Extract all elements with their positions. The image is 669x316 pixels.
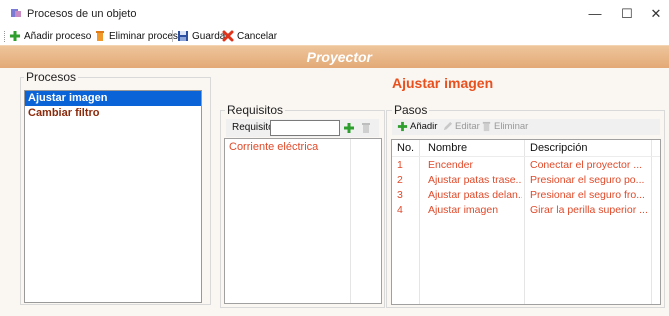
process-item[interactable]: Cambiar filtro <box>25 106 201 121</box>
minimize-button[interactable]: — <box>580 4 610 24</box>
delete-requisito-trash-icon[interactable] <box>360 122 372 134</box>
add-process-label: Añadir proceso <box>24 30 92 42</box>
requisitos-list[interactable]: Corriente eléctrica <box>224 138 382 304</box>
add-process-button[interactable]: Añadir proceso <box>9 29 91 43</box>
trash-icon <box>482 121 491 132</box>
cell-descripcion: Presionar el seguro fro... <box>530 189 645 201</box>
pasos-group-label: Pasos <box>392 103 430 117</box>
requisito-input[interactable] <box>270 120 340 136</box>
cell-nombre: Encender <box>428 159 473 171</box>
cell-no: 1 <box>397 159 403 171</box>
trash-icon <box>96 31 104 41</box>
edit-paso-label: Editar <box>455 121 480 132</box>
requisito-toolbar: Requisito: <box>226 119 379 137</box>
header-divider <box>392 156 660 157</box>
cell-descripcion: Girar la perilla superior ... <box>530 204 648 216</box>
column-header-descripcion[interactable]: Descripción <box>530 142 587 154</box>
column-divider <box>419 140 420 304</box>
window-title: Procesos de un objeto <box>27 8 137 20</box>
cell-nombre: Ajustar imagen <box>428 204 499 216</box>
column-divider <box>524 140 525 304</box>
object-name: Proyector <box>306 49 372 65</box>
delete-paso-button[interactable]: Eliminar <box>481 121 528 132</box>
delete-paso-label: Eliminar <box>494 121 529 132</box>
cell-nombre: Ajustar patas trase... <box>428 174 522 186</box>
window: Procesos de un objeto — ☐ ✕ Añadir proce… <box>0 0 669 316</box>
cancel-label: Cancelar <box>237 30 278 42</box>
cell-no: 4 <box>397 204 403 216</box>
red-x-icon <box>222 30 234 42</box>
column-header-no[interactable]: No. <box>397 142 414 154</box>
pencil-icon <box>443 121 453 131</box>
cell-descripcion: Conectar el proyector ... <box>530 159 643 171</box>
maximize-button[interactable]: ☐ <box>612 4 642 24</box>
toolbar-separator <box>172 30 173 42</box>
close-button[interactable]: ✕ <box>641 4 669 24</box>
procesos-list[interactable]: Ajustar imagen Cambiar filtro <box>24 90 202 303</box>
procesos-group-label: Procesos <box>24 70 79 84</box>
requisitos-group-label: Requisitos <box>225 103 286 117</box>
toolbar: Añadir proceso Eliminar proceso Guardar … <box>0 27 669 46</box>
add-paso-label: Añadir <box>410 121 438 132</box>
title-bar: Procesos de un objeto — ☐ ✕ <box>0 0 669 27</box>
cell-no: 3 <box>397 189 403 201</box>
toolbar-grip <box>4 31 7 42</box>
add-paso-button[interactable]: Añadir <box>397 121 437 132</box>
floppy-disk-icon <box>178 31 188 41</box>
column-divider <box>651 140 652 304</box>
process-item[interactable]: Ajustar imagen <box>25 91 201 106</box>
save-button[interactable]: Guardar <box>177 29 229 43</box>
requisito-item[interactable]: Corriente eléctrica <box>229 141 318 153</box>
object-header-band: Proyector <box>0 45 669 68</box>
cell-descripcion: Presionar el seguro po... <box>530 174 645 186</box>
list-column-line <box>350 139 351 303</box>
pasos-table[interactable]: No. Nombre Descripción 1 Encender Conect… <box>391 139 661 305</box>
edit-paso-button[interactable]: Editar <box>442 121 480 132</box>
delete-process-button[interactable]: Eliminar proceso <box>94 29 183 43</box>
add-requisito-plus-icon[interactable] <box>343 122 355 134</box>
selected-process-title: Ajustar imagen <box>392 75 494 91</box>
pasos-toolbar: Añadir Editar Eliminar <box>392 119 660 135</box>
cell-no: 2 <box>397 174 403 186</box>
plus-icon <box>10 31 20 41</box>
plus-icon <box>397 121 408 132</box>
cell-nombre: Ajustar patas delan... <box>428 189 522 201</box>
app-icon <box>11 9 21 17</box>
column-header-nombre[interactable]: Nombre <box>428 142 467 154</box>
cancel-button[interactable]: Cancelar <box>222 29 277 43</box>
